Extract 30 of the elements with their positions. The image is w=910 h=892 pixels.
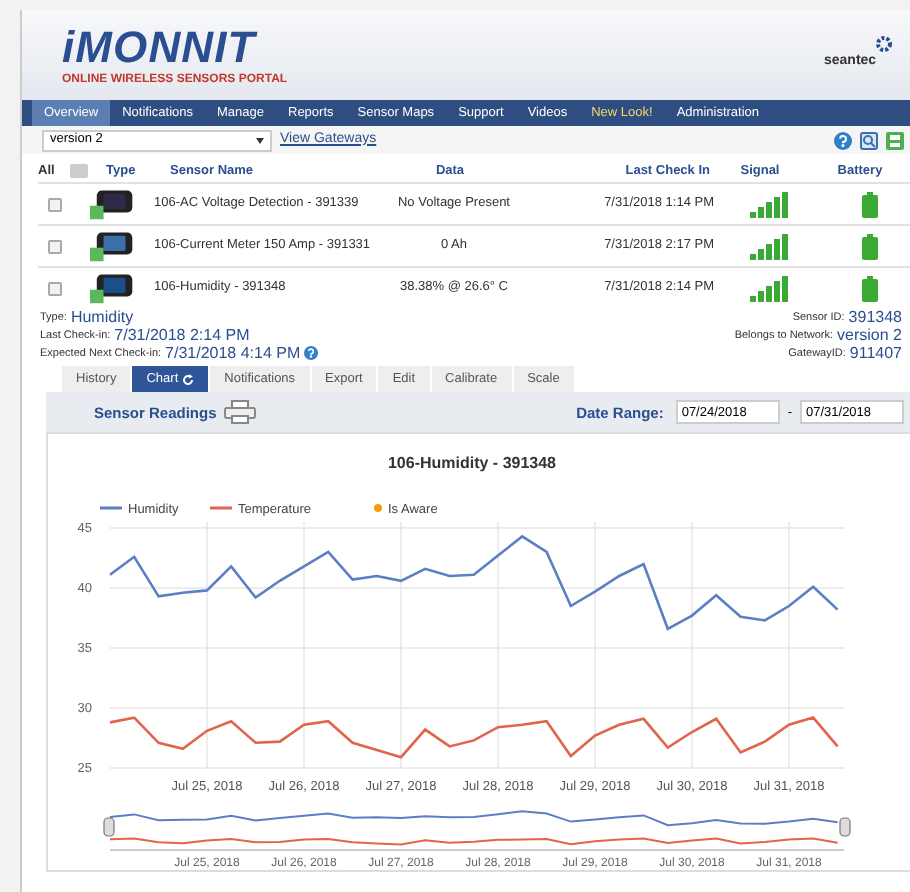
detail-value: 7/31/2018 2:14 PM	[114, 327, 250, 346]
signal-bars-icon	[750, 233, 790, 259]
search-icon[interactable]	[860, 131, 878, 149]
detail-value: version 2	[837, 327, 902, 346]
select-all-checkbox[interactable]	[70, 164, 88, 178]
sensor-device-icon	[90, 270, 134, 306]
sensor-device-icon	[90, 186, 134, 222]
signal-bars-icon	[750, 275, 790, 301]
help-icon[interactable]	[304, 346, 319, 361]
logo: iMONNIT	[62, 25, 260, 69]
battery-icon	[862, 233, 878, 259]
chart-title: 106-Humidity - 391348	[387, 454, 557, 473]
row-checkbox[interactable]	[47, 239, 61, 253]
caret-icon[interactable]	[256, 137, 264, 143]
sensor-device-icon	[90, 228, 134, 264]
detail-value: 911407	[849, 345, 902, 363]
battery-icon	[862, 191, 878, 217]
row-checkbox[interactable]	[47, 197, 61, 211]
detail-value: 391348	[848, 310, 902, 328]
detail-value: 7/31/2018 4:14 PM	[165, 345, 301, 363]
gear-icon[interactable]	[876, 36, 892, 53]
battery-icon	[862, 275, 878, 301]
printer-icon[interactable]	[224, 400, 257, 425]
refresh-icon[interactable]	[182, 373, 195, 386]
row-checkbox[interactable]	[47, 281, 61, 295]
help-icon[interactable]	[834, 131, 852, 149]
save-icon[interactable]	[886, 131, 904, 149]
signal-bars-icon	[750, 191, 790, 217]
detail-value: Humidity	[70, 310, 134, 328]
range-navigator-drawing[interactable]	[103, 810, 851, 852]
